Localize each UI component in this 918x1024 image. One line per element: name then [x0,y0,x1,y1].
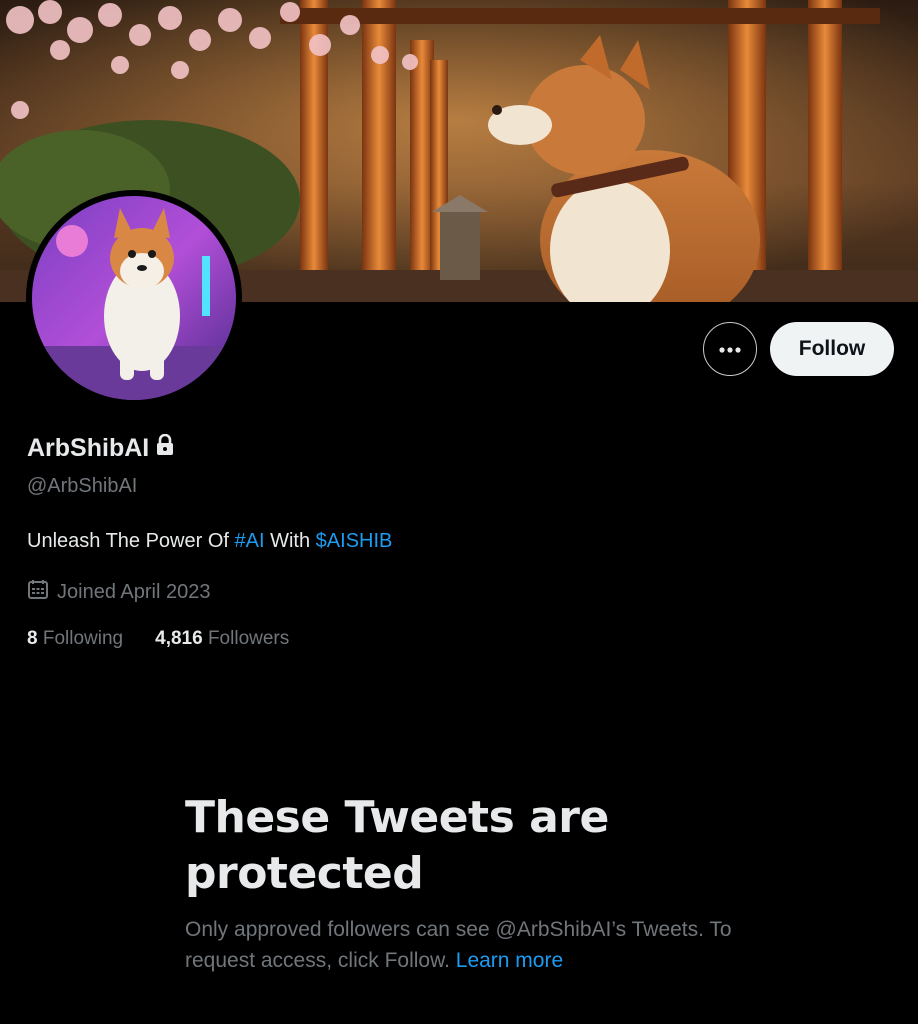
follow-button[interactable]: Follow [770,322,894,376]
avatar[interactable] [26,190,242,406]
bio-text-middle: With [264,530,316,552]
bio-text: Unleash The Power Of [27,530,235,552]
more-options-button[interactable] [703,322,757,376]
protected-message: Only approved followers can see @ArbShib… [185,914,745,976]
profile-bio: Unleash The Power Of #AI With $AISHIB [27,530,392,553]
joined-text: Joined April 2023 [57,580,211,603]
lock-icon [156,433,174,463]
following-link[interactable]: 8 Following [27,628,123,650]
learn-more-link[interactable]: Learn more [456,949,563,972]
following-label: Following [37,628,124,649]
following-count: 8 [27,628,38,649]
profile-display-name: ArbShibAI [27,433,174,463]
followers-link[interactable]: 4,816 Followers [155,628,289,650]
followers-label: Followers [202,628,290,649]
calendar-icon [27,578,49,606]
joined-date: Joined April 2023 [27,578,210,606]
profile-handle: @ArbShibAI [27,475,138,497]
avatar-image [32,196,236,400]
protected-notice: These Tweets are protected Only approved… [185,790,745,976]
display-name-text: ArbShibAI [27,434,150,462]
followers-count: 4,816 [155,628,203,649]
protected-title: These Tweets are protected [185,792,609,899]
bio-hashtag-link[interactable]: #AI [235,530,265,552]
bio-cashtag-link[interactable]: $AISHIB [316,530,393,552]
profile-stats: 8 Following 4,816 Followers [27,628,289,650]
more-icon [719,340,741,358]
